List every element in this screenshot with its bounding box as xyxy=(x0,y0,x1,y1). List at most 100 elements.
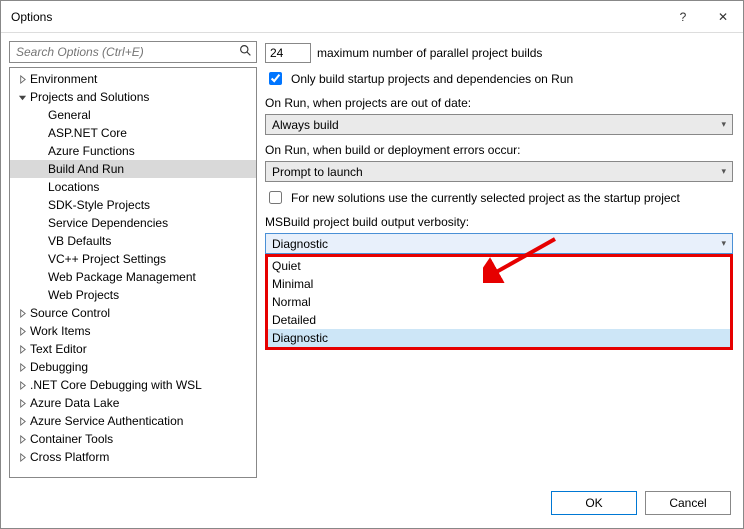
tree-item-label: Text Editor xyxy=(28,342,87,356)
spacer-icon xyxy=(34,235,46,247)
dialog-footer: OK Cancel xyxy=(1,486,743,528)
chevron-down-icon: ▾ xyxy=(721,166,726,177)
tree-item[interactable]: ASP.NET Core xyxy=(10,124,256,142)
tree-item[interactable]: Cross Platform xyxy=(10,448,256,466)
tree-item[interactable]: Azure Service Authentication xyxy=(10,412,256,430)
tree-item-label: Service Dependencies xyxy=(46,216,168,230)
tree-item-label: Build And Run xyxy=(46,162,124,176)
verbosity-option[interactable]: Minimal xyxy=(268,275,730,293)
tree-item-label: Locations xyxy=(46,180,99,194)
close-button[interactable]: ✕ xyxy=(703,1,743,33)
startup-only-checkbox[interactable] xyxy=(269,72,282,85)
new-solution-startup-checkbox[interactable] xyxy=(269,191,282,204)
tree-item-label: VC++ Project Settings xyxy=(46,252,166,266)
chevron-right-icon[interactable] xyxy=(16,73,28,85)
chevron-down-icon: ▾ xyxy=(721,238,726,249)
tree-item[interactable]: Azure Functions xyxy=(10,142,256,160)
verbosity-option[interactable]: Quiet xyxy=(268,257,730,275)
chevron-right-icon[interactable] xyxy=(16,343,28,355)
tree-item[interactable]: VC++ Project Settings xyxy=(10,250,256,268)
out-of-date-value: Always build xyxy=(272,118,339,132)
chevron-right-icon[interactable] xyxy=(16,325,28,337)
tree-item[interactable]: Projects and Solutions xyxy=(10,88,256,106)
spacer-icon xyxy=(34,109,46,121)
out-of-date-select[interactable]: Always build ▾ xyxy=(265,114,733,135)
chevron-right-icon[interactable] xyxy=(16,361,28,373)
search-input[interactable] xyxy=(14,44,235,60)
chevron-right-icon[interactable] xyxy=(16,415,28,427)
spacer-icon xyxy=(34,271,46,283)
parallel-builds-input[interactable] xyxy=(265,43,311,63)
tree-item[interactable]: Web Package Management xyxy=(10,268,256,286)
on-errors-label: On Run, when build or deployment errors … xyxy=(265,143,733,157)
titlebar: Options ? ✕ xyxy=(1,1,743,33)
tree-item-label: Web Package Management xyxy=(46,270,196,284)
spacer-icon xyxy=(34,217,46,229)
tree-item[interactable]: Locations xyxy=(10,178,256,196)
tree-item-label: Projects and Solutions xyxy=(28,90,149,104)
tree-item-label: ASP.NET Core xyxy=(46,126,127,140)
tree-item[interactable]: Source Control xyxy=(10,304,256,322)
tree-item[interactable]: Service Dependencies xyxy=(10,214,256,232)
chevron-right-icon[interactable] xyxy=(16,433,28,445)
chevron-right-icon[interactable] xyxy=(16,397,28,409)
startup-only-label[interactable]: Only build startup projects and dependen… xyxy=(291,72,573,86)
verbosity-label: MSBuild project build output verbosity: xyxy=(265,215,733,229)
parallel-builds-label: maximum number of parallel project build… xyxy=(317,46,542,60)
on-errors-value: Prompt to launch xyxy=(272,165,363,179)
tree-item-label: Source Control xyxy=(28,306,110,320)
verbosity-option[interactable]: Detailed xyxy=(268,311,730,329)
verbosity-value: Diagnostic xyxy=(272,237,328,251)
spacer-icon xyxy=(34,289,46,301)
chevron-right-icon[interactable] xyxy=(16,307,28,319)
spacer-icon xyxy=(34,127,46,139)
verbosity-option[interactable]: Diagnostic xyxy=(268,329,730,347)
tree-item[interactable]: SDK-Style Projects xyxy=(10,196,256,214)
verbosity-option[interactable]: Normal xyxy=(268,293,730,311)
tree-item-label: Environment xyxy=(28,72,97,86)
options-dialog: Options ? ✕ Environment Projects and Solu… xyxy=(0,0,744,529)
tree-item-label: Cross Platform xyxy=(28,450,109,464)
tree-item[interactable]: Debugging xyxy=(10,358,256,376)
on-errors-select[interactable]: Prompt to launch ▾ xyxy=(265,161,733,182)
tree-item-label: General xyxy=(46,108,91,122)
search-field[interactable] xyxy=(9,41,257,63)
spacer-icon xyxy=(34,163,46,175)
chevron-right-icon[interactable] xyxy=(16,451,28,463)
tree-item[interactable]: Environment xyxy=(10,70,256,88)
spacer-icon xyxy=(34,253,46,265)
tree-item-label: Work Items xyxy=(28,324,90,338)
tree-item[interactable]: General xyxy=(10,106,256,124)
ok-button[interactable]: OK xyxy=(551,491,637,515)
cancel-button[interactable]: Cancel xyxy=(645,491,731,515)
spacer-icon xyxy=(34,181,46,193)
spacer-icon xyxy=(34,145,46,157)
tree-item-label: Azure Service Authentication xyxy=(28,414,183,428)
close-icon: ✕ xyxy=(718,10,728,24)
tree-item[interactable]: Container Tools xyxy=(10,430,256,448)
window-title: Options xyxy=(11,10,663,24)
options-tree[interactable]: Environment Projects and Solutions General… xyxy=(9,67,257,478)
tree-item-label: .NET Core Debugging with WSL xyxy=(28,378,202,392)
tree-item[interactable]: Build And Run xyxy=(10,160,256,178)
help-icon: ? xyxy=(680,10,687,24)
tree-item[interactable]: .NET Core Debugging with WSL xyxy=(10,376,256,394)
verbosity-select[interactable]: Diagnostic ▾ xyxy=(265,233,733,254)
verbosity-dropdown-list[interactable]: QuietMinimalNormalDetailedDiagnostic xyxy=(265,254,733,350)
chevron-down-icon[interactable] xyxy=(16,91,28,103)
help-button[interactable]: ? xyxy=(663,1,703,33)
tree-item[interactable]: Text Editor xyxy=(10,340,256,358)
new-solution-startup-label[interactable]: For new solutions use the currently sele… xyxy=(291,191,680,205)
tree-item[interactable]: VB Defaults xyxy=(10,232,256,250)
tree-item-label: Azure Data Lake xyxy=(28,396,119,410)
chevron-down-icon: ▾ xyxy=(721,119,726,130)
tree-item[interactable]: Azure Data Lake xyxy=(10,394,256,412)
tree-item-label: Container Tools xyxy=(28,432,113,446)
tree-item[interactable]: Web Projects xyxy=(10,286,256,304)
settings-panel: maximum number of parallel project build… xyxy=(265,41,733,478)
tree-item[interactable]: Work Items xyxy=(10,322,256,340)
chevron-right-icon[interactable] xyxy=(16,379,28,391)
tree-item-label: Debugging xyxy=(28,360,88,374)
spacer-icon xyxy=(34,199,46,211)
out-of-date-label: On Run, when projects are out of date: xyxy=(265,96,733,110)
